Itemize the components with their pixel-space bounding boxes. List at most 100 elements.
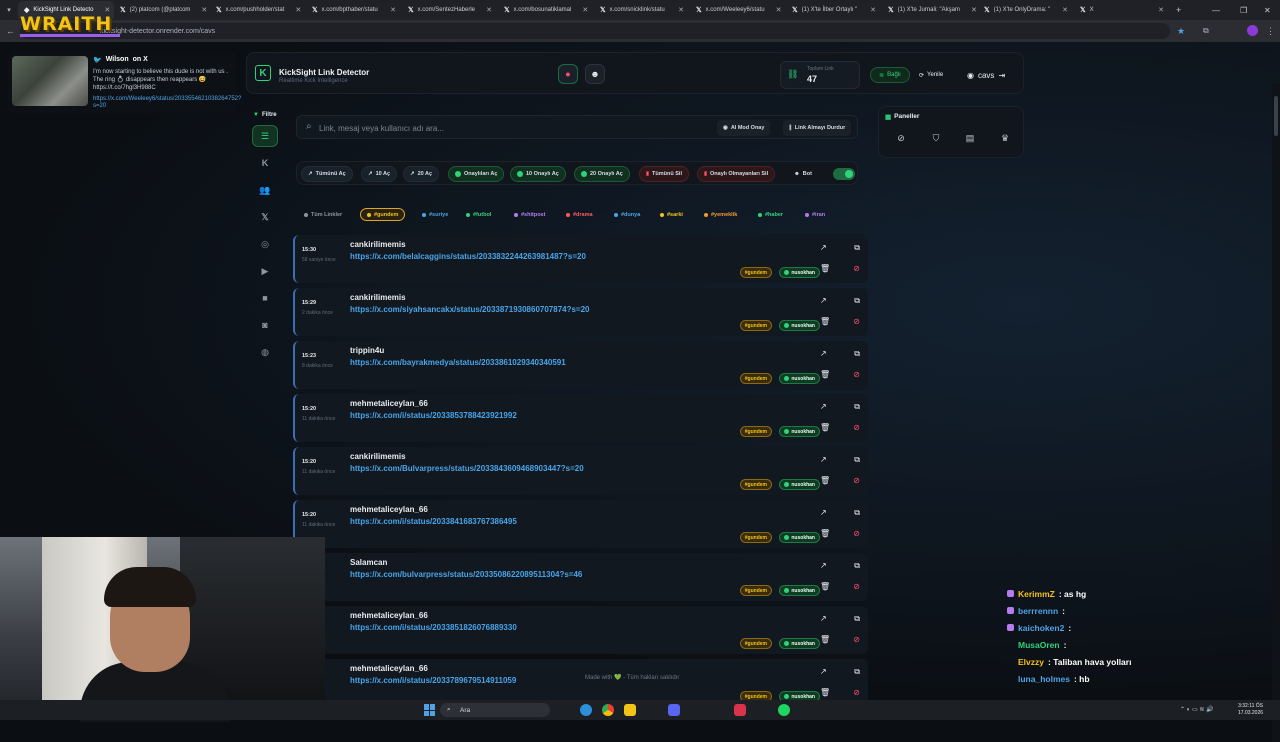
link-user[interactable]: cankirilimemis <box>350 293 406 302</box>
link-user[interactable]: cankirilimemis <box>350 240 406 249</box>
ban-icon[interactable]: ⊘ <box>853 423 860 432</box>
tab-close-icon[interactable]: ✕ <box>194 2 207 19</box>
link-url[interactable]: https://x.com/i/status/20338537884239219… <box>350 411 517 420</box>
open-link-icon[interactable]: ↗ <box>820 667 827 677</box>
link-url[interactable]: https://x.com/belalcaggins/status/203383… <box>350 252 586 261</box>
tag-filter-1[interactable]: #gundem <box>360 208 406 221</box>
filter-camera-button[interactable]: ◙ <box>252 314 278 336</box>
ban-icon[interactable]: ⊘ <box>853 476 860 485</box>
browser-menu-icon[interactable]: ⋮ <box>1266 26 1275 37</box>
link-user[interactable]: mehmetaliceylan_66 <box>350 611 428 620</box>
copy-icon[interactable]: ⧉ <box>854 561 860 571</box>
tab-8[interactable]: 𝕏 (1) X'te İlber Ortaylı " ✕ <box>786 1 882 19</box>
discord-icon[interactable] <box>668 704 680 716</box>
tab-close-icon[interactable]: ✕ <box>1151 2 1164 19</box>
panel-blocked-button[interactable]: ⊘ <box>889 127 913 149</box>
panel-shield-button[interactable]: ⛉ <box>924 127 948 149</box>
ban-icon[interactable]: ⊘ <box>853 635 860 644</box>
tab-close-icon[interactable]: ✕ <box>863 2 876 19</box>
copy-icon[interactable]: ⧉ <box>854 402 860 412</box>
open-link-icon[interactable]: ↗ <box>820 402 827 412</box>
panel-trophy-button[interactable]: ♛ <box>993 127 1017 149</box>
trash-icon[interactable]: 🗑 <box>820 476 830 485</box>
open-20-button[interactable]: ↗ 20 Aç <box>403 166 440 182</box>
tab-1[interactable]: 𝕏 (2) platcom (@platcom ✕ <box>114 1 210 19</box>
open-20-approved-button[interactable]: 20 Onaylı Aç <box>574 166 630 182</box>
trash-icon[interactable]: 🗑 <box>820 317 830 326</box>
copy-icon[interactable]: ⧉ <box>854 455 860 465</box>
filter-youtube-button[interactable]: ▶ <box>252 260 278 282</box>
link-user[interactable]: Salamcan <box>350 558 387 567</box>
logout-icon[interactable]: ⇥ <box>998 71 1005 80</box>
back-icon[interactable]: ← <box>6 26 15 36</box>
record-button[interactable]: ● <box>558 64 578 84</box>
tab-6[interactable]: 𝕏x.com/snicklink/statu ✕ <box>594 1 690 19</box>
refresh-button[interactable]: ⟳ Yenile <box>919 67 955 83</box>
window-close-icon[interactable]: ✕ <box>1264 6 1271 15</box>
file-explorer-icon[interactable] <box>624 704 636 716</box>
tag-filter-3[interactable]: #futbol <box>460 208 497 221</box>
copy-icon[interactable]: ⧉ <box>854 349 860 359</box>
open-approved-button[interactable]: Onaylıları Aç <box>448 166 505 182</box>
tab-3[interactable]: 𝕏x.com/bpthaber/statu ✕ <box>306 1 402 19</box>
tag-filter-2[interactable]: #suriye <box>416 208 454 221</box>
delete-all-button[interactable]: ▮ Tümünü Sil <box>639 166 689 182</box>
trash-icon[interactable]: 🗑 <box>820 529 830 538</box>
tab-close-icon[interactable]: ✕ <box>964 2 977 19</box>
ban-icon[interactable]: ⊘ <box>853 582 860 591</box>
user-button[interactable]: ◉ cavs ⇥ <box>967 67 1017 83</box>
tab-2[interactable]: 𝕏x.com/pushholder/stat ✕ <box>210 1 306 19</box>
tag-filter-5[interactable]: #drama <box>560 208 599 221</box>
ban-icon[interactable]: ⊘ <box>853 317 860 326</box>
copy-icon[interactable]: ⧉ <box>854 667 860 677</box>
tab-10[interactable]: 𝕏 (1) X'te OnlyDrama: " ✕ <box>978 1 1074 19</box>
tab-close-icon[interactable]: ✕ <box>1055 2 1068 19</box>
tab-close-icon[interactable]: ✕ <box>575 2 588 19</box>
profile-avatar[interactable] <box>1247 25 1258 36</box>
open-link-icon[interactable]: ↗ <box>820 455 827 465</box>
filter-video-button[interactable]: ■ <box>252 287 278 309</box>
tab-11[interactable]: 𝕏 X ✕ <box>1074 1 1170 19</box>
copy-icon[interactable]: ⧉ <box>854 296 860 306</box>
bookmark-star-icon[interactable]: ★ <box>1177 26 1185 37</box>
open-link-icon[interactable]: ↗ <box>820 296 827 306</box>
filter-web-button[interactable]: ◍ <box>252 341 278 363</box>
trash-icon[interactable]: 🗑 <box>820 370 830 379</box>
link-url[interactable]: https://x.com/bayrakmedya/status/2033861… <box>350 358 566 367</box>
open-link-icon[interactable]: ↗ <box>820 614 827 624</box>
ban-icon[interactable]: ⊘ <box>853 529 860 538</box>
tag-filter-10[interactable]: #iran <box>799 208 831 221</box>
address-bar[interactable]: kicksight-detector.onrender.com/cavs <box>20 23 1170 39</box>
trash-icon[interactable]: 🗑 <box>820 635 830 644</box>
open-link-icon[interactable]: ↗ <box>820 561 827 571</box>
window-maximize-icon[interactable]: ❐ <box>1240 6 1247 15</box>
link-user[interactable]: cankirilimemis <box>350 452 406 461</box>
ban-icon[interactable]: ⊘ <box>853 688 860 697</box>
extensions-icon[interactable]: ⧉ <box>1203 26 1209 36</box>
trash-icon[interactable]: 🗑 <box>820 582 830 591</box>
search-input[interactable] <box>319 120 619 136</box>
trash-icon[interactable]: 🗑 <box>820 264 830 273</box>
link-url[interactable]: https://x.com/siyahsancakx/status/203387… <box>350 305 590 314</box>
link-url[interactable]: https://x.com/bulvarpress/status/2033508… <box>350 570 582 579</box>
ban-icon[interactable]: ⊘ <box>853 370 860 379</box>
window-minimize-icon[interactable]: — <box>1212 6 1220 15</box>
tab-7[interactable]: 𝕏x.com/Weeleey6/statu ✕ <box>690 1 786 19</box>
tab-5[interactable]: 𝕏x.com/bosunatiklamal ✕ <box>498 1 594 19</box>
scrollbar-thumb[interactable] <box>1274 96 1278 136</box>
tag-filter-6[interactable]: #dunya <box>608 208 646 221</box>
windows-start-icon[interactable] <box>424 704 436 716</box>
bot-toggle[interactable] <box>833 168 855 180</box>
tab-close-icon[interactable]: ✕ <box>769 2 782 19</box>
open-all-button[interactable]: ↗ Tümünü Aç <box>301 166 353 182</box>
delete-unapproved-button[interactable]: ▮ Onaylı Olmayanları Sil <box>697 166 776 182</box>
open-link-icon[interactable]: ↗ <box>820 243 827 253</box>
taskbar-clock[interactable]: 3:32:11 ÖS 17.03.2026 <box>1238 703 1263 717</box>
tab-9[interactable]: 𝕏 (1) X'te Jurnali: "Akşam ✕ <box>882 1 978 19</box>
bot-status-button[interactable]: ☻ <box>585 64 605 84</box>
filter-x-button[interactable]: 𝕏 <box>252 206 278 228</box>
chrome-icon[interactable] <box>602 704 614 716</box>
link-user[interactable]: trippin4u <box>350 346 384 355</box>
filter-all-button[interactable]: ☰ <box>252 125 278 147</box>
panel-archive-button[interactable]: ▤ <box>958 127 982 149</box>
